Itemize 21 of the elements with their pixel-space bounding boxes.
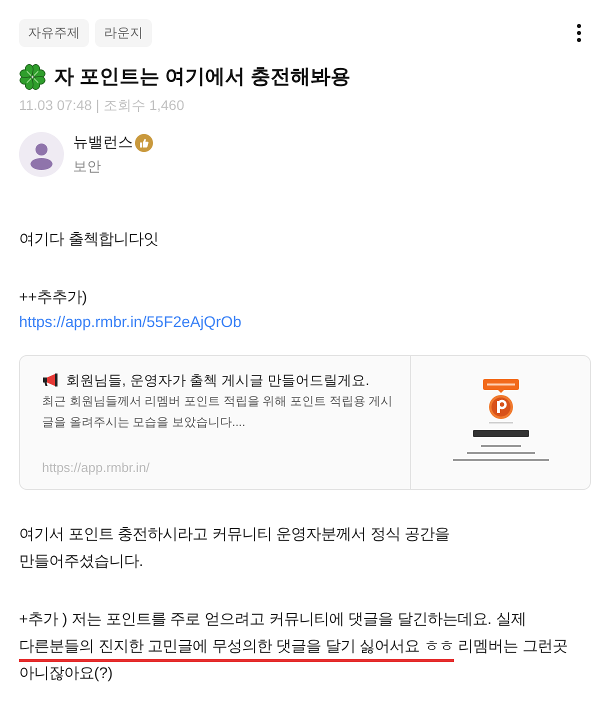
post-link[interactable]: https://app.rmbr.in/55F2eAjQrOb (19, 311, 242, 335)
more-menu-button[interactable] (576, 23, 582, 43)
category-tag[interactable]: 자유주제 (19, 19, 89, 47)
preview-title: 회원님들, 운영자가 출첵 게시글 만들어드릴게요. (66, 371, 370, 390)
thumbs-up-badge-icon (135, 134, 153, 152)
megaphone-icon (42, 373, 60, 387)
post-meta: 11.03 07:48 | 조회수 1,460 (19, 96, 184, 115)
vertical-dots-icon (577, 24, 581, 42)
clover-icon (19, 64, 46, 90)
category-tag[interactable]: 라운지 (95, 19, 152, 47)
body-text: ++추추가) (19, 288, 88, 308)
author-subtitle: 보안 (73, 157, 101, 176)
preview-description: 최근 회원님들께서 리멤버 포인트 적립을 위해 포인트 적립용 게시글을 올려주시는 모습을 보았습니다.... (42, 393, 394, 431)
post-title: 자 포인트는 여기에서 충전해봐용 (54, 65, 351, 90)
body-text: 여기서 포인트 충전하시라고 커뮤니티 운영자분께서 정식 공간을 만들어주셨습니다. (19, 525, 451, 572)
preview-url: https://app.rmbr.in/ (42, 459, 150, 477)
body-text: 여기다 출첵합니다잇 (19, 230, 160, 250)
avatar-icon[interactable] (19, 132, 64, 177)
author-name[interactable]: 뉴밸런스 (73, 133, 133, 153)
body-text: +추가 ) 저는 포인트를 주로 얻으려고 커뮤니티에 댓글을 달긴하는데요. 실제 다른분들의 진지한 고민글에 무성의한 댓글을 달기 싫어서요 ㅎㅎ 리멤버는 그런곳 아니잖아요(?) (19, 610, 568, 684)
link-preview-card[interactable]: 회원님들, 운영자가 출첵 게시글 만들어드릴게요. 최근 회원님들께서 리멤버 포인트 적립을 위해 포인트 적립용 게시글을 올려주시는 모습을 보았습니다.... https://app.rmbr.in/ (19, 355, 591, 490)
